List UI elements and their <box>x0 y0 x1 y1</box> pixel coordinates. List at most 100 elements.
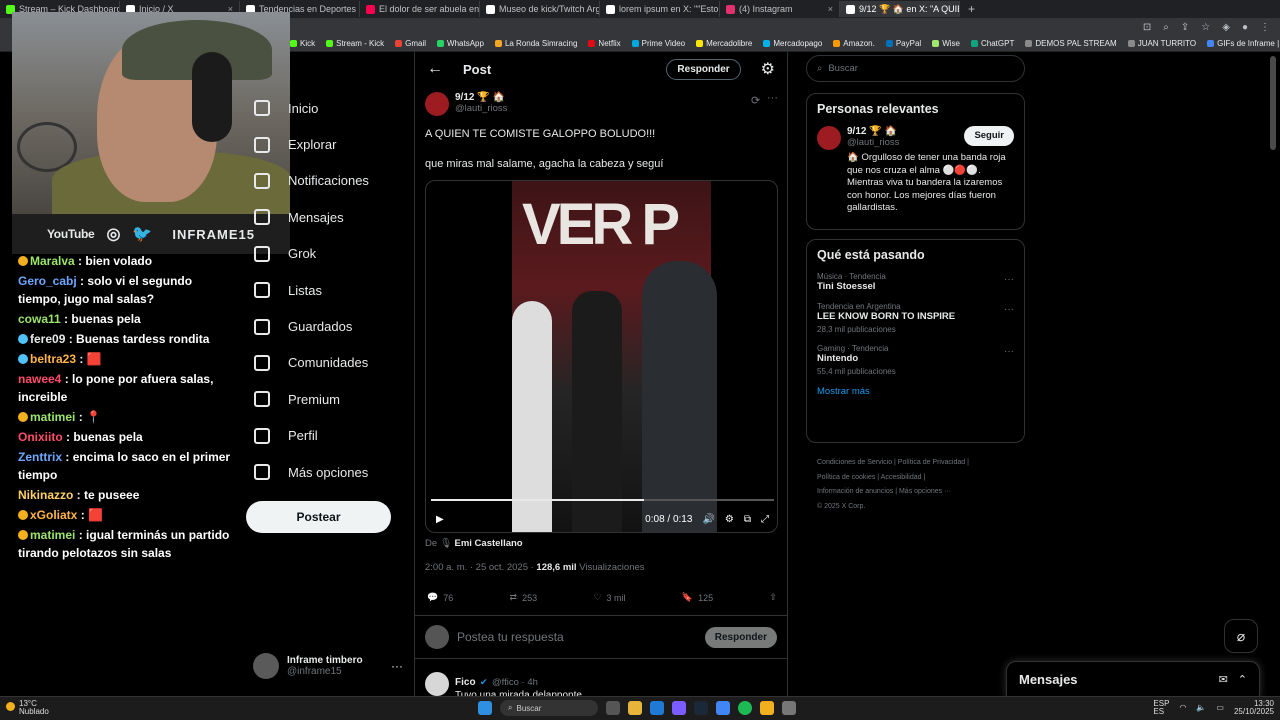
nav-item[interactable]: Inicio <box>246 90 406 126</box>
app-icon[interactable] <box>760 701 774 715</box>
chat-username[interactable]: cowa11 <box>18 312 61 326</box>
bookmark-item[interactable]: Netflix <box>588 39 621 48</box>
windows-start-icon[interactable] <box>478 701 492 715</box>
share-icon[interactable]: ⇪ <box>1181 22 1189 33</box>
bookmark-item[interactable]: Mercadolibre <box>696 39 752 48</box>
bookmark-action[interactable]: 🔖 125 <box>682 592 713 603</box>
volume-icon[interactable]: 🔈 <box>1196 704 1206 712</box>
reply-action[interactable]: 💬 76 <box>427 592 453 603</box>
bookmark-item[interactable]: Amazon. <box>833 39 875 48</box>
repost-action[interactable]: ⇄ 253 <box>510 592 538 603</box>
taskbar-search[interactable]: ⌕ Buscar <box>500 700 598 716</box>
tweet-author-handle[interactable]: @lauti_rioss <box>455 103 507 114</box>
chat-username[interactable]: nawee4 <box>18 372 61 386</box>
filter-icon[interactable]: ⚙ <box>761 59 775 79</box>
steam-icon[interactable] <box>694 701 708 715</box>
footer-line[interactable]: © 2025 X Corp. <box>817 500 1027 515</box>
wifi-icon[interactable]: ◠ <box>1179 704 1186 712</box>
bookmark-item[interactable]: DEMOS PAL STREAM <box>1025 39 1117 48</box>
chat-username[interactable]: Maralva <box>30 254 75 268</box>
browser-tab[interactable]: 9/12 🏆 🏠 en X: "A QUIEN TE CO...× <box>840 1 960 17</box>
footer-line[interactable]: Política de cookies | Accesibilidad | <box>817 471 1027 486</box>
from-name[interactable]: Emi Castellano <box>455 538 523 549</box>
tweet-more-icon[interactable]: ··· <box>767 92 778 104</box>
relevant-handle[interactable]: @lauti_rioss <box>847 137 899 148</box>
account-switcher[interactable]: Inframe timbero @inframe15 ··· <box>253 653 403 679</box>
post-button[interactable]: Postear <box>246 501 391 533</box>
trend-more-icon[interactable]: ··· <box>1004 304 1014 315</box>
tweet-author-name[interactable]: 9/12 🏆 🏠 <box>455 92 507 103</box>
cast-icon[interactable]: ⊡ <box>1143 22 1151 33</box>
reply-avatar[interactable] <box>425 672 449 696</box>
nav-item[interactable]: Listas <box>246 272 406 308</box>
clock[interactable]: 13:30 25/10/2025 <box>1234 700 1274 716</box>
bookmark-item[interactable]: Wise <box>932 39 960 48</box>
bookmark-item[interactable]: La Ronda Simracing <box>494 39 577 48</box>
more-icon[interactable]: ··· <box>391 659 403 673</box>
weather-widget[interactable]: 13°C Nublado <box>6 700 49 716</box>
fullscreen-icon[interactable]: ⤢ <box>761 514 769 525</box>
zoom-icon[interactable]: ⌕ <box>1163 22 1169 33</box>
chat-username[interactable]: fere09 <box>30 332 65 346</box>
footer-line[interactable]: Información de anuncios | Más opciones ·… <box>817 485 1027 500</box>
nav-item[interactable]: Mensajes <box>246 199 406 235</box>
reply-author-name[interactable]: Fico <box>455 677 476 688</box>
bookmark-item[interactable]: Kick <box>290 39 315 48</box>
chat-username[interactable]: beltra23 <box>30 352 76 366</box>
file-explorer-icon[interactable] <box>628 701 642 715</box>
bookmark-item[interactable]: Prime Video <box>631 39 685 48</box>
footer-line[interactable]: Condiciones de Servicio | Política de Pr… <box>817 456 1027 471</box>
show-more-link[interactable]: Mostrar más <box>817 386 1014 397</box>
app-icon[interactable] <box>782 701 796 715</box>
chat-username[interactable]: matimei <box>30 528 75 542</box>
share-action[interactable]: ⇪ <box>769 592 777 603</box>
video-progress-bar[interactable] <box>431 499 774 501</box>
reply-input[interactable]: Postea tu respuesta <box>457 630 564 644</box>
tweet-author[interactable]: 9/12 🏆 🏠 @lauti_rioss <box>425 92 507 116</box>
like-action[interactable]: ♡ 3 mil <box>593 592 625 603</box>
task-view-icon[interactable] <box>606 701 620 715</box>
chrome-icon[interactable] <box>716 701 730 715</box>
spotify-icon[interactable] <box>738 701 752 715</box>
expand-icon[interactable]: ⌃ <box>1238 673 1247 686</box>
search-input[interactable]: ⌕ Buscar <box>806 55 1025 82</box>
follow-button[interactable]: Seguir <box>964 126 1014 146</box>
settings-icon[interactable]: ⚙ <box>725 514 734 525</box>
nav-item[interactable]: Comunidades <box>246 345 406 381</box>
scrollbar[interactable] <box>1270 56 1276 150</box>
chat-username[interactable]: matimei <box>30 410 75 424</box>
chat-username[interactable]: Gero_cabj <box>18 274 77 288</box>
close-icon[interactable]: × <box>828 4 833 14</box>
chat-username[interactable]: xGoliatx <box>30 508 77 522</box>
nav-item[interactable]: Guardados <box>246 308 406 344</box>
new-tab-button[interactable]: + <box>960 2 983 16</box>
nav-item[interactable]: Notificaciones <box>246 163 406 199</box>
reply-submit-button[interactable]: Responder <box>704 626 777 648</box>
grok-icon[interactable]: ⟳ <box>751 94 760 107</box>
bookmark-item[interactable]: PayPal <box>885 39 921 48</box>
browser-tab[interactable]: Museo de kick/Twitch Argentina ...× <box>480 1 600 17</box>
reply-author-handle[interactable]: @ffico · 4h <box>492 677 538 688</box>
volume-icon[interactable]: 🔊 <box>702 514 714 525</box>
trend-more-icon[interactable]: ··· <box>1004 346 1014 357</box>
nav-item[interactable]: Explorar <box>246 126 406 162</box>
new-message-icon[interactable]: ✉ <box>1219 673 1228 686</box>
browser-tab[interactable]: lorem ipsum en X: ""Esto no es Te...× <box>600 1 720 17</box>
relevant-name[interactable]: 9/12 🏆 🏠 <box>847 126 899 137</box>
nav-item[interactable]: Perfil <box>246 418 406 454</box>
chat-username[interactable]: Nikinazzo <box>18 488 73 502</box>
edge-icon[interactable] <box>650 701 664 715</box>
bookmark-item[interactable]: Stream - Kick <box>326 39 384 48</box>
play-icon[interactable]: ▶ <box>436 514 444 525</box>
reply-header-button[interactable]: Responder <box>666 58 741 80</box>
bookmark-item[interactable]: Mercadopago <box>763 39 822 48</box>
nav-item[interactable]: Más opciones <box>246 454 406 490</box>
bookmark-item[interactable]: WhatsApp <box>437 39 484 48</box>
nav-item[interactable]: Premium <box>246 381 406 417</box>
bookmark-item[interactable]: GIFs de Inframe | Te... <box>1207 39 1280 48</box>
bookmark-star-icon[interactable]: ☆ <box>1201 22 1210 33</box>
extensions-icon[interactable]: ◈ <box>1222 22 1230 33</box>
tweet-time[interactable]: 2:00 a. m. · 25 oct. 2025 · <box>425 562 536 573</box>
bookmark-item[interactable]: Gmail <box>395 39 426 48</box>
messages-drawer[interactable]: Mensajes ✉ ⌃ <box>1006 661 1260 697</box>
